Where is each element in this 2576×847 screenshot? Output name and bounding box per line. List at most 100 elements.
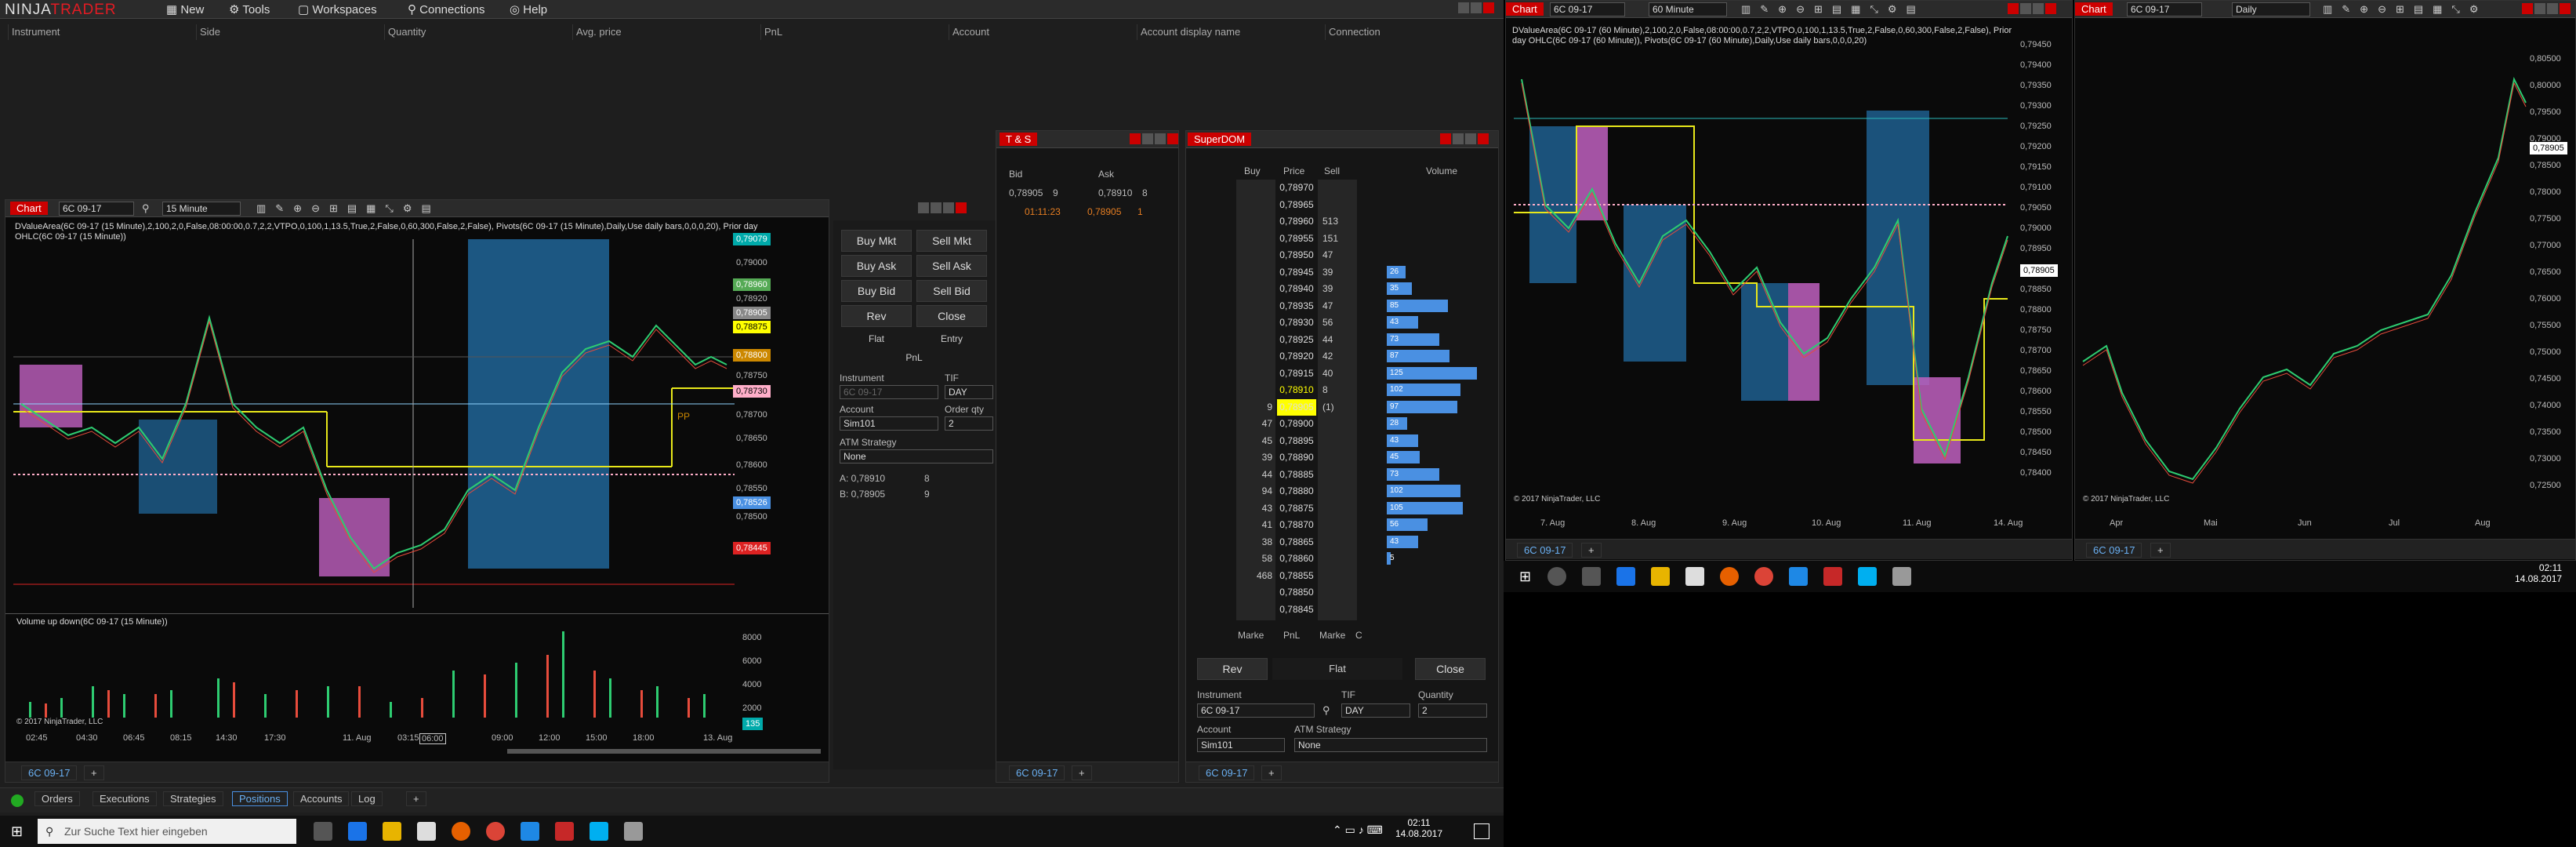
dom-row[interactable]: 39 0,78890 45	[1186, 449, 1498, 466]
skype-icon-2[interactable]	[1858, 567, 1877, 586]
dom-market-buy[interactable]: Marke	[1238, 630, 1264, 641]
order-account-select[interactable]: Sim101	[840, 416, 938, 431]
tab-strategies[interactable]: Strategies	[163, 791, 223, 806]
chart3-instrument-tab[interactable]: 6C 09-17	[2086, 543, 2142, 558]
chart2-add-tab[interactable]: +	[1581, 543, 1602, 558]
menu-connections[interactable]: ⚲ Connections	[408, 2, 485, 16]
dom-buy-cell[interactable]: 41	[1236, 517, 1272, 533]
dom-close-button[interactable]: Close	[1415, 658, 1486, 680]
ninjatrader-taskbar-icon[interactable]	[555, 822, 574, 841]
dom-price-cell[interactable]: 0,78910	[1277, 382, 1316, 398]
task-view-icon[interactable]	[314, 822, 332, 841]
taskbar-clock[interactable]: 02:11 14.08.2017	[1395, 817, 1442, 839]
order-qty-input[interactable]: 2	[945, 416, 993, 431]
dom-buy-cell[interactable]: 39	[1236, 449, 1272, 466]
dom-price-cell[interactable]: 0,78960	[1277, 213, 1316, 230]
tab-positions[interactable]: Positions	[232, 791, 288, 806]
chart1-window-buttons[interactable]	[918, 202, 967, 213]
firefox-icon-2[interactable]	[1720, 567, 1739, 586]
firefox-icon[interactable]	[452, 822, 470, 841]
chart3-add-tab[interactable]: +	[2150, 543, 2171, 558]
dom-account-select[interactable]: Sim101	[1197, 738, 1285, 752]
dom-price-cell[interactable]: 0,78930	[1277, 314, 1316, 331]
add-tab-button[interactable]: +	[406, 791, 426, 806]
tab-accounts[interactable]: Accounts	[293, 791, 350, 806]
ts-window-controls[interactable]	[1130, 133, 1178, 144]
col-account[interactable]: Account	[949, 24, 1137, 40]
dom-row[interactable]: 0,78940 39 35	[1186, 281, 1498, 297]
dom-row[interactable]: 0,78935 47 85	[1186, 298, 1498, 314]
store-icon[interactable]	[417, 822, 436, 841]
dom-search-icon[interactable]: ⚲	[1322, 704, 1330, 717]
dom-price-cell[interactable]: 0,78860	[1277, 551, 1316, 567]
chart1-scrollbar[interactable]	[507, 749, 821, 754]
dom-buy-cell[interactable]: 44	[1236, 467, 1272, 483]
windows-start-icon-2[interactable]: ⊞	[1519, 569, 1531, 585]
buy-bid-button[interactable]: Buy Bid	[841, 280, 912, 302]
chart2-price-plot[interactable]	[1506, 48, 2015, 518]
window-controls[interactable]	[1458, 2, 1494, 13]
dom-price-cell[interactable]: 0,78920	[1277, 348, 1316, 365]
dom-sell-cell[interactable]: 8	[1319, 382, 1355, 398]
file-explorer-icon[interactable]	[383, 822, 401, 841]
order-atm-select[interactable]: None	[840, 449, 993, 463]
dom-row[interactable]: 0,78850	[1186, 584, 1498, 601]
dom-row[interactable]: 41 0,78870 56	[1186, 517, 1498, 533]
sell-bid-button[interactable]: Sell Bid	[916, 280, 987, 302]
chart2-instrument-select[interactable]: 6C 09-17	[1550, 2, 1625, 16]
menu-workspaces[interactable]: ▢ Workspaces	[298, 2, 377, 16]
chart2-window-controls[interactable]	[2008, 3, 2056, 14]
dom-row[interactable]: 0,78950 47	[1186, 247, 1498, 264]
menu-new[interactable]: ▦ New	[166, 2, 204, 16]
dom-sell-cell[interactable]: 47	[1319, 247, 1355, 264]
dom-price-cell[interactable]: 0,78945	[1277, 264, 1316, 281]
dom-qty-input[interactable]: 2	[1418, 703, 1487, 718]
dom-atm-select[interactable]: None	[1294, 738, 1487, 752]
edge-icon[interactable]	[348, 822, 367, 841]
dom-row[interactable]: 0,78925 44 73	[1186, 332, 1498, 348]
dom-sell-cell[interactable]: 151	[1319, 231, 1355, 247]
dom-sell-cell[interactable]: 39	[1319, 281, 1355, 297]
app-icon-2[interactable]	[1789, 567, 1808, 586]
dom-row[interactable]: 0,78930 56 43	[1186, 314, 1498, 331]
edge-icon-2[interactable]	[1616, 567, 1635, 586]
skype-icon[interactable]	[590, 822, 608, 841]
tool-icon[interactable]	[624, 822, 643, 841]
dom-price-cell[interactable]: 0,78950	[1277, 247, 1316, 264]
windows-start-icon[interactable]: ⊞	[11, 823, 23, 840]
dom-row[interactable]: 0,78915 40 125	[1186, 365, 1498, 382]
chrome-icon-2[interactable]	[1754, 567, 1773, 586]
dom-row[interactable]: 0,78960 513	[1186, 213, 1498, 230]
tab-executions[interactable]: Executions	[93, 791, 157, 806]
chart1-instrument-tab[interactable]: 6C 09-17	[21, 765, 78, 780]
dom-price-cell[interactable]: 0,78915	[1277, 365, 1316, 382]
dom-price-cell[interactable]: 0,78880	[1277, 483, 1316, 500]
chart1-search-icon[interactable]: ⚲	[142, 202, 150, 215]
order-instrument-select[interactable]: 6C 09-17	[840, 385, 938, 399]
dom-row[interactable]: 43 0,78875 105	[1186, 500, 1498, 517]
app-icon[interactable]	[521, 822, 539, 841]
sell-mkt-button[interactable]: Sell Mkt	[916, 230, 987, 252]
dom-sell-cell[interactable]: 47	[1319, 298, 1355, 314]
system-tray-icons[interactable]: ⌃ ▭ ♪ ⌨	[1333, 823, 1383, 837]
dom-row[interactable]: 44 0,78885 73	[1186, 467, 1498, 483]
sell-ask-button[interactable]: Sell Ask	[916, 255, 987, 277]
dom-buy-cell[interactable]: 38	[1236, 534, 1272, 551]
col-connection[interactable]: Connection	[1325, 24, 1466, 40]
col-quantity[interactable]: Quantity	[384, 24, 572, 40]
dom-instrument-select[interactable]: 6C 09-17	[1197, 703, 1315, 718]
chart1-add-tab[interactable]: +	[84, 765, 104, 780]
tool-icon-2[interactable]	[1892, 567, 1911, 586]
cortana-icon[interactable]	[1547, 567, 1566, 586]
dom-buy-cell[interactable]: 58	[1236, 551, 1272, 567]
chart3-price-plot[interactable]	[2075, 32, 2530, 518]
close-position-button[interactable]: Close	[916, 305, 987, 327]
chart1-toolbar-icons[interactable]: ▥✎⊕⊖⊞▤▦⤡⚙▤	[256, 202, 441, 215]
dom-price-cell[interactable]: 0,78845	[1277, 602, 1316, 618]
dom-price-cell[interactable]: 0,78905	[1277, 398, 1316, 416]
order-tif-select[interactable]: DAY	[945, 385, 993, 399]
dom-buy-cell[interactable]: 45	[1236, 433, 1272, 449]
dom-price-cell[interactable]: 0,78885	[1277, 467, 1316, 483]
buy-mkt-button[interactable]: Buy Mkt	[841, 230, 912, 252]
dom-price-cell[interactable]: 0,78955	[1277, 231, 1316, 247]
